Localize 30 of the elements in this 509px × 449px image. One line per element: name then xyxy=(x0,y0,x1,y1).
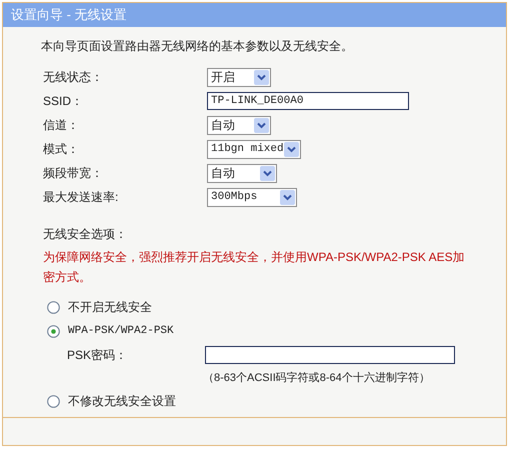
caret-icon xyxy=(254,118,269,132)
radio-label: 不修改无线安全设置 xyxy=(68,393,176,410)
dropdown[interactable]: 自动 xyxy=(207,116,271,134)
radio-button[interactable] xyxy=(47,394,60,408)
caret-icon xyxy=(260,166,275,180)
caret-icon xyxy=(280,190,295,204)
window-title: 设置向导 - 无线设置 xyxy=(11,6,127,24)
dropdown[interactable]: 自动 xyxy=(207,164,277,182)
field-label: SSID： xyxy=(43,93,84,110)
field-label: PSK密码： xyxy=(67,347,128,364)
dropdown[interactable]: 300Mbps xyxy=(207,188,297,206)
caret-icon xyxy=(284,142,299,156)
ssid-field[interactable]: TP-LINK_DE00A0 xyxy=(207,92,409,110)
field-label: 模式： xyxy=(43,141,80,158)
field-label: 信道： xyxy=(43,117,80,134)
radio-label: 不开启无线安全 xyxy=(68,299,152,316)
radio-button[interactable] xyxy=(47,300,60,314)
section-heading: 无线安全选项： xyxy=(42,226,128,243)
dropdown[interactable]: 开启 xyxy=(207,68,271,86)
caret-icon xyxy=(254,70,269,84)
radio-button[interactable] xyxy=(47,324,60,338)
radio-label: WPA-PSK/WPA2-PSK xyxy=(68,324,174,339)
warning-text: 为保障网络安全，强烈推荐开启无线安全，并使用WPA-PSK/WPA2-PSK AES加密方式。 xyxy=(42,249,466,286)
hint-text: （8-63个ACSII码字符或8-64个十六进制字符） xyxy=(203,370,430,386)
field-label: 频段带宽： xyxy=(43,165,104,182)
field-label: 最大发送速率: xyxy=(43,189,120,206)
field-label: 无线状态： xyxy=(43,69,104,86)
password-field[interactable] xyxy=(205,346,455,364)
intro-text: 本向导页面设置路由器无线网络的基本参数以及无线安全。 xyxy=(41,38,354,55)
dropdown[interactable]: 11bgn mixed xyxy=(207,140,301,158)
